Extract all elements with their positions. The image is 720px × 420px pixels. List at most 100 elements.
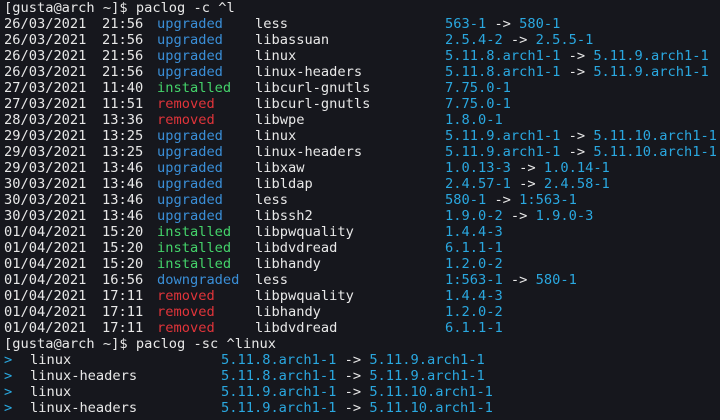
log-old-version: 5.11.9.arch1-1 — [445, 144, 561, 160]
log-date: 27/03/2021 — [4, 80, 87, 96]
summary-old-version: 5.11.8.arch1-1 — [221, 352, 337, 368]
command-prompt: [gusta@arch ~]$ paclog -sc ^linux — [4, 336, 276, 352]
log-time: 13:46 — [102, 176, 144, 192]
log-time: 13:46 — [102, 192, 144, 208]
log-action: installed — [157, 256, 232, 272]
summary-package: linux — [30, 352, 72, 368]
log-date: 01/04/2021 — [4, 288, 87, 304]
log-package: libhandy — [255, 256, 321, 272]
summary-line: > linux 5.11.9.arch1-1 -> 5.11.10.arch1-1 — [0, 384, 720, 400]
log-new-version: 5.11.9.arch1-1 — [593, 48, 709, 64]
log-arrow: -> — [568, 144, 586, 160]
log-time: 17:11 — [102, 320, 144, 336]
log-action: upgraded — [157, 208, 223, 224]
log-date: 29/03/2021 — [4, 144, 87, 160]
summary-old-version: 5.11.8.arch1-1 — [221, 368, 337, 384]
summary-line: > linux-headers 5.11.8.arch1-1 -> 5.11.9.arc… — [0, 368, 720, 384]
log-line: 30/03/2021 13:46 upgraded libldap 2.4.57-1 ->… — [0, 176, 720, 192]
log-time: 15:20 — [102, 224, 144, 240]
log-line: 29/03/2021 13:25 upgraded linux 5.11.9.arch1… — [0, 128, 720, 144]
log-package: libcurl-gnutls — [255, 80, 371, 96]
log-arrow: -> — [510, 208, 528, 224]
summary-new-version: 5.11.9.arch1-1 — [369, 368, 485, 384]
log-old-version: 1:563-1 — [445, 272, 503, 288]
log-old-version: 1.9.0-2 — [445, 208, 503, 224]
log-line: 28/03/2021 13:36 removed libwpe 1.8.0-1 — [0, 112, 720, 128]
log-action: upgraded — [157, 16, 223, 32]
log-old-version: 6.1.1-1 — [445, 240, 503, 256]
log-old-version: 1.2.0-2 — [445, 256, 503, 272]
log-action: downgraded — [157, 272, 240, 288]
log-line: 01/04/2021 17:11 removed libdvdread 6.1.1-1 — [0, 320, 720, 336]
log-time: 17:11 — [102, 304, 144, 320]
log-new-version: 5.11.10.arch1-1 — [593, 144, 717, 160]
log-time: 15:20 — [102, 240, 144, 256]
log-time: 13:46 — [102, 160, 144, 176]
log-action: upgraded — [157, 192, 223, 208]
log-arrow: -> — [519, 176, 536, 192]
log-line: 27/03/2021 11:51 removed libcurl-gnutls 7.75… — [0, 96, 720, 112]
log-package: libhandy — [255, 304, 321, 320]
summary-package: linux-headers — [30, 400, 138, 416]
log-time: 17:11 — [102, 288, 144, 304]
log-action: installed — [157, 240, 232, 256]
log-action: upgraded — [157, 160, 223, 176]
log-action: upgraded — [157, 144, 223, 160]
log-action: removed — [157, 112, 215, 128]
log-date: 01/04/2021 — [4, 256, 87, 272]
log-arrow: -> — [510, 32, 528, 48]
log-line: 01/04/2021 17:11 removed libpwquality 1.4.4-… — [0, 288, 720, 304]
log-arrow: -> — [519, 160, 536, 176]
log-date: 26/03/2021 — [4, 32, 87, 48]
log-package: libpwquality — [255, 224, 354, 240]
summary-package: linux — [30, 384, 72, 400]
log-package: libwpe — [255, 112, 305, 128]
summary-marker: > — [4, 400, 13, 416]
log-action: removed — [157, 96, 215, 112]
log-arrow: -> — [494, 192, 511, 208]
log-package: libdvdread — [255, 240, 338, 256]
log-time: 13:25 — [102, 144, 144, 160]
log-old-version: 6.1.1-1 — [445, 320, 503, 336]
log-action: installed — [157, 224, 232, 240]
log-arrow: -> — [568, 64, 586, 80]
log-new-version: 2.5.5-1 — [535, 32, 594, 48]
log-date: 30/03/2021 — [4, 176, 87, 192]
log-line: 01/04/2021 15:20 installed libhandy 1.2.0-2 — [0, 256, 720, 272]
log-action: installed — [157, 80, 232, 96]
summary-marker: > — [4, 368, 13, 384]
log-line: 01/04/2021 15:20 installed libpwquality 1.4.… — [0, 224, 720, 240]
log-package: libdvdread — [255, 320, 338, 336]
summary-new-version: 5.11.9.arch1-1 — [369, 352, 485, 368]
log-date: 26/03/2021 — [4, 48, 87, 64]
log-old-version: 1.2.0-2 — [445, 304, 503, 320]
log-package: less — [255, 16, 288, 32]
log-action: removed — [157, 304, 215, 320]
log-package: linux — [255, 48, 297, 64]
log-package: less — [255, 192, 288, 208]
summary-old-version: 5.11.9.arch1-1 — [221, 384, 337, 400]
summary-line: > linux-headers 5.11.9.arch1-1 -> 5.11.10.ar… — [0, 400, 720, 416]
log-date: 26/03/2021 — [4, 64, 87, 80]
log-date: 01/04/2021 — [4, 304, 87, 320]
terminal-window[interactable]: [gusta@arch ~]$ paclog -c ^l 26/03/2021 2… — [0, 0, 720, 420]
log-line: 01/04/2021 15:20 installed libdvdread 6.1.1-… — [0, 240, 720, 256]
summary-arrow: -> — [344, 368, 362, 384]
log-package: libxaw — [255, 160, 305, 176]
summary-line: > linux 5.11.8.arch1-1 -> 5.11.9.arch1-1 — [0, 352, 720, 368]
log-line: 30/03/2021 13:46 upgraded libssh2 1.9.0-2 -> 1… — [0, 208, 720, 224]
log-date: 29/03/2021 — [4, 128, 87, 144]
log-line: 26/03/2021 21:56 upgraded less 563-1 -> 580-1 — [0, 16, 720, 32]
log-time: 13:25 — [102, 128, 144, 144]
log-date: 26/03/2021 — [4, 16, 87, 32]
log-action: removed — [157, 320, 215, 336]
log-action: upgraded — [157, 64, 223, 80]
log-old-version: 5.11.8.arch1-1 — [445, 48, 561, 64]
command-prompt: [gusta@arch ~]$ paclog -c ^l — [4, 0, 235, 16]
log-new-version: 2.4.58-1 — [543, 176, 610, 192]
log-line: 29/03/2021 13:25 upgraded linux-headers 5.11… — [0, 144, 720, 160]
log-package: libldap — [255, 176, 313, 192]
log-date: 01/04/2021 — [4, 320, 87, 336]
log-time: 21:56 — [102, 32, 144, 48]
log-arrow: -> — [568, 48, 586, 64]
